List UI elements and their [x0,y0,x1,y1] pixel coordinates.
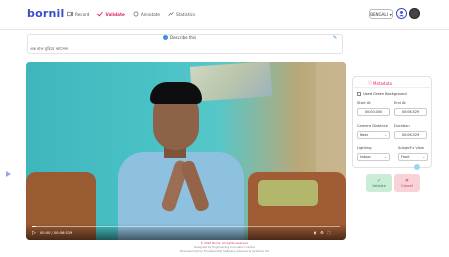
video-control-icons: ◖ ⚙ ⛶ [314,230,331,235]
video-progress-bar[interactable] [32,226,340,227]
validate-icon [97,11,104,17]
cancel-button[interactable]: ✕ Cancel [394,174,420,192]
footer-developed-by: Development by Fundamental Software Advi… [179,249,270,253]
statistics-icon [168,12,174,16]
validate-button[interactable]: ✓ Validate [366,174,392,192]
cancel-button-label: Cancel [401,184,413,188]
nav-annotate[interactable]: Annotate [133,11,160,17]
duration-field: 00:06.529 [394,131,427,139]
video-progress-fill [32,226,36,227]
camera-distance-label: Camera Distance [357,124,388,128]
nav-statistics-label: Statistics [176,11,196,17]
scroll-handle[interactable] [414,164,420,170]
lighting-select[interactable]: Indoor ⌄ [357,153,390,161]
subject-view-label: Subject's View [398,146,424,150]
nav-record[interactable]: Record [67,11,89,17]
subject-view-value: Front [401,155,410,159]
info-icon [163,35,168,40]
video-player[interactable]: ▷ 00:00 / 00:06:529 ◖ ⚙ ⛶ [26,62,346,240]
main-nav: Record Validate Annotate Statistics [67,11,195,17]
describe-text: Describe this [170,35,197,40]
footer: © 2022 Bornil. All rights reserved. Desi… [0,241,449,253]
curtain [316,62,346,180]
end-at-input[interactable]: 00:06.529 [394,108,427,116]
settings-icon[interactable]: ⚙ [320,230,324,235]
metadata-icon: ⓘ [368,80,372,85]
profile-button[interactable] [396,8,407,19]
metadata-title-text: Metadata [373,80,392,86]
language-selector[interactable]: BENGALI ▾ [369,9,393,19]
chevron-down-icon: ⌄ [384,155,387,159]
video-time: 00:00 / 00:06:529 [40,231,73,235]
wall-poster [189,62,273,102]
nav-statistics[interactable]: Statistics [168,11,195,17]
nav-validate-label: Validate [105,11,125,17]
nav-validate[interactable]: Validate [97,11,125,17]
play-icon[interactable]: ▷ [32,230,36,236]
camera-distance-value: Near [360,133,369,137]
volume-icon[interactable]: ◖ [314,230,316,235]
sentence-text: এক হাত ঘুরিয়ে আসেন। [30,46,69,51]
chevron-down-icon: ⌄ [422,155,425,159]
edit-icon[interactable]: ✎ [333,35,337,41]
start-at-input[interactable]: 00:00.000 [357,108,390,116]
metadata-title: ⓘ Metadata [368,80,392,86]
fullscreen-icon[interactable]: ⛶ [328,230,331,235]
start-at-label: Start At [357,101,371,105]
green-background-label: Used Green Background [363,92,407,96]
avatar[interactable] [409,8,420,19]
language-label: BENGALI [370,11,388,17]
subject-view-select[interactable]: Front ⌄ [398,153,428,161]
nav-annotate-label: Annotate [140,11,161,17]
describe-label: Describe this [163,35,196,40]
green-background-checkbox[interactable] [357,92,361,96]
camera-distance-select[interactable]: Near ⌄ [357,131,390,139]
duration-label: Duration [394,124,410,128]
chevron-down-icon: ⌄ [384,133,387,137]
annotate-icon [133,11,139,17]
nav-record-label: Record [75,11,90,17]
record-icon [67,11,73,17]
lighting-label: Lighting [357,146,372,150]
validate-button-label: Validate [372,184,386,188]
cushion [258,180,318,206]
person-hair [150,82,202,104]
collapse-arrow-icon[interactable] [6,171,11,177]
divider [352,87,432,88]
end-at-label: End At [394,101,406,105]
brand-logo[interactable]: bornil [27,7,64,20]
user-icon [399,11,404,17]
chevron-down-icon: ▾ [389,11,392,17]
lighting-value: Indoor [360,155,371,159]
